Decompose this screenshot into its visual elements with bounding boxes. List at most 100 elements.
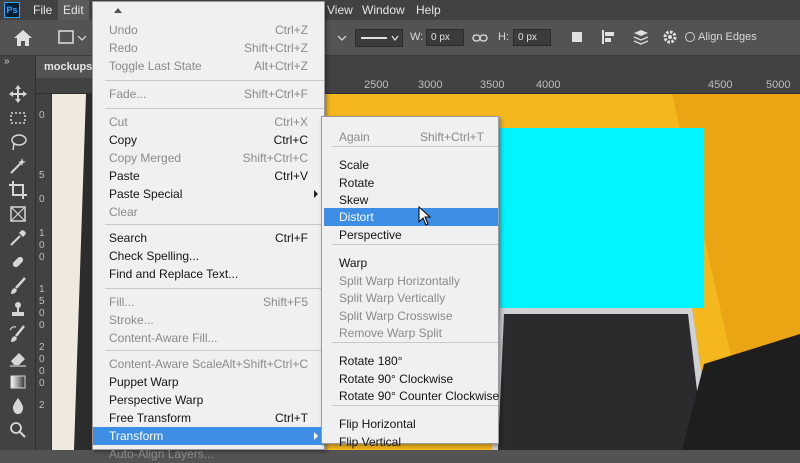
- transform-menu-item-again[interactable]: Again Shift+Ctrl+T: [324, 128, 498, 146]
- eyedropper-tool-icon[interactable]: [8, 228, 28, 248]
- ruler-tick-label: 0: [39, 366, 45, 377]
- edit-menu-item-copy[interactable]: Copy Ctrl+C: [93, 131, 324, 149]
- history-brush-tool-icon[interactable]: [8, 324, 28, 344]
- edit-menu-item-content-aware-fill[interactable]: Content-Aware Fill...: [93, 329, 324, 347]
- menu-item-label: Transform: [109, 429, 164, 443]
- transform-menu-item-warp[interactable]: Warp: [324, 254, 498, 272]
- edit-menu-item-cut[interactable]: Cut Ctrl+X: [93, 113, 324, 131]
- transform-menu-item-rotate[interactable]: Rotate: [324, 174, 498, 192]
- ruler-tick-label: 4500: [708, 79, 733, 91]
- collapse-icon[interactable]: »: [4, 56, 10, 67]
- menu-item-label: Undo: [109, 23, 138, 37]
- edit-menu-item-fade[interactable]: Fade... Shift+Ctrl+F: [93, 85, 324, 103]
- menu-item-label: Content-Aware Scale: [109, 357, 223, 371]
- menu-file[interactable]: File: [28, 0, 57, 20]
- path-operations-icon[interactable]: [570, 30, 584, 44]
- marquee-tool-icon[interactable]: [8, 108, 28, 128]
- edit-menu-item-check-spelling[interactable]: Check Spelling...: [93, 247, 324, 265]
- gradient-tool-icon[interactable]: [8, 372, 28, 392]
- menu-edit[interactable]: Edit: [58, 0, 89, 20]
- edit-menu-item-auto-align-layers[interactable]: Auto-Align Layers...: [93, 445, 324, 463]
- menu-item-shortcut: Ctrl+T: [275, 411, 308, 425]
- link-icon[interactable]: [472, 31, 488, 45]
- transform-menu-item-remove-warp-split[interactable]: Remove Warp Split: [324, 324, 498, 342]
- menu-item-shortcut: Ctrl+V: [274, 169, 308, 183]
- edit-menu-item-perspective-warp[interactable]: Perspective Warp: [93, 391, 324, 409]
- move-tool-icon[interactable]: [8, 84, 28, 104]
- align-edges-checkbox[interactable]: [685, 32, 695, 42]
- edit-menu-item-puppet-warp[interactable]: Puppet Warp: [93, 373, 324, 391]
- transform-submenu: Again Shift+Ctrl+T Scale Rotate Skew Distort P…: [321, 116, 500, 449]
- transform-menu-item-rotate-90-clockwise[interactable]: Rotate 90° Clockwise: [324, 370, 498, 388]
- healing-brush-tool-icon[interactable]: [8, 252, 28, 272]
- edit-menu-item-search[interactable]: Search Ctrl+F: [93, 229, 324, 247]
- menu-item-label: Rotate 90° Counter Clockwise: [339, 389, 500, 403]
- blur-tool-icon[interactable]: [8, 396, 28, 416]
- transform-menu-item-skew[interactable]: Skew: [324, 191, 498, 209]
- menu-item-label: Cut: [109, 115, 128, 129]
- transform-menu-item-split-warp-vertically[interactable]: Split Warp Vertically: [324, 289, 498, 307]
- menu-item-shortcut: Ctrl+C: [273, 133, 308, 147]
- edit-menu-item-stroke[interactable]: Stroke...: [93, 311, 324, 329]
- height-field[interactable]: 0 px: [513, 29, 551, 46]
- menu-view[interactable]: View: [322, 0, 358, 20]
- edit-menu-item-content-aware-scale[interactable]: Content-Aware Scale Alt+Shift+Ctrl+C: [93, 355, 324, 373]
- ruler-tick-label: 3000: [418, 79, 443, 91]
- transform-menu-item-flip-horizontal[interactable]: Flip Horizontal: [324, 415, 498, 433]
- transform-menu-item-rotate-180[interactable]: Rotate 180°: [324, 352, 498, 370]
- transform-menu-item-perspective[interactable]: Perspective: [324, 226, 498, 244]
- menu-item-label: Flip Horizontal: [339, 417, 416, 431]
- edit-menu-item-clear[interactable]: Clear: [93, 203, 324, 221]
- scroll-up-icon[interactable]: [113, 6, 123, 14]
- transform-menu-item-flip-vertical[interactable]: Flip Vertical: [324, 433, 498, 451]
- transform-menu-item-rotate-90-counter-clockwise[interactable]: Rotate 90° Counter Clockwise: [324, 387, 500, 405]
- align-edges-label: Align Edges: [698, 31, 757, 43]
- menu-item-shortcut: Ctrl+X: [274, 115, 308, 129]
- ruler-tick-label: 5: [39, 170, 45, 181]
- frame-tool-icon[interactable]: [8, 204, 28, 224]
- edit-menu-item-free-transform[interactable]: Free Transform Ctrl+T: [93, 409, 324, 427]
- brush-tool-icon[interactable]: [8, 276, 28, 296]
- transform-menu-item-scale[interactable]: Scale: [324, 156, 498, 174]
- width-field[interactable]: 0 px: [426, 29, 464, 46]
- menu-separator: [332, 146, 498, 147]
- gear-icon[interactable]: [662, 29, 678, 45]
- path-alignment-icon[interactable]: [600, 29, 616, 45]
- eraser-tool-icon[interactable]: [8, 348, 28, 368]
- ruler-tick-label: 5: [39, 296, 45, 307]
- edit-menu-item-copy-merged[interactable]: Copy Merged Shift+Ctrl+C: [93, 149, 324, 167]
- path-arrangement-icon[interactable]: [632, 29, 650, 45]
- menu-help[interactable]: Help: [411, 0, 446, 20]
- ruler-tick-label: 0: [39, 240, 45, 251]
- menu-item-label: Free Transform: [109, 411, 192, 425]
- width-label: W:: [410, 31, 424, 43]
- edit-menu-item-toggle-last-state[interactable]: Toggle Last State Alt+Ctrl+Z: [93, 57, 324, 75]
- transform-menu-item-split-warp-crosswise[interactable]: Split Warp Crosswise: [324, 307, 498, 325]
- menu-item-label: Rotate 180°: [339, 354, 403, 368]
- edit-menu-item-redo[interactable]: Redo Shift+Ctrl+Z: [93, 39, 324, 57]
- stroke-type-dropdown[interactable]: [355, 29, 403, 47]
- chevron-down-icon[interactable]: [336, 29, 348, 47]
- lasso-tool-icon[interactable]: [8, 132, 28, 152]
- ruler-tick-label: 0: [39, 194, 45, 205]
- edit-menu-item-undo[interactable]: Undo Ctrl+Z: [93, 21, 324, 39]
- document-tab[interactable]: mockups: [36, 56, 96, 78]
- edit-menu-item-find-and-replace-text[interactable]: Find and Replace Text...: [93, 265, 324, 283]
- transform-menu-item-split-warp-horizontally[interactable]: Split Warp Horizontally: [324, 272, 498, 290]
- edit-menu-item-paste[interactable]: Paste Ctrl+V: [93, 167, 324, 185]
- menu-item-label: Copy: [109, 133, 138, 147]
- crop-tool-icon[interactable]: [8, 180, 28, 200]
- dodge-tool-icon[interactable]: [8, 420, 28, 440]
- submenu-arrow-icon: [314, 190, 318, 198]
- shape-mode-icon[interactable]: [58, 29, 88, 47]
- edit-menu-item-transform[interactable]: Transform: [93, 427, 324, 445]
- home-icon[interactable]: [12, 28, 34, 48]
- edit-menu-item-paste-special[interactable]: Paste Special: [93, 185, 324, 203]
- edit-menu-item-fill[interactable]: Fill... Shift+F5: [93, 293, 324, 311]
- menu-window[interactable]: Window: [357, 0, 410, 20]
- clone-stamp-tool-icon[interactable]: [8, 300, 28, 320]
- transform-menu-item-distort[interactable]: Distort: [324, 208, 498, 226]
- menu-item-label: Paste: [109, 169, 140, 183]
- magic-wand-tool-icon[interactable]: [8, 156, 28, 176]
- ruler-tick-label: 0: [39, 354, 45, 365]
